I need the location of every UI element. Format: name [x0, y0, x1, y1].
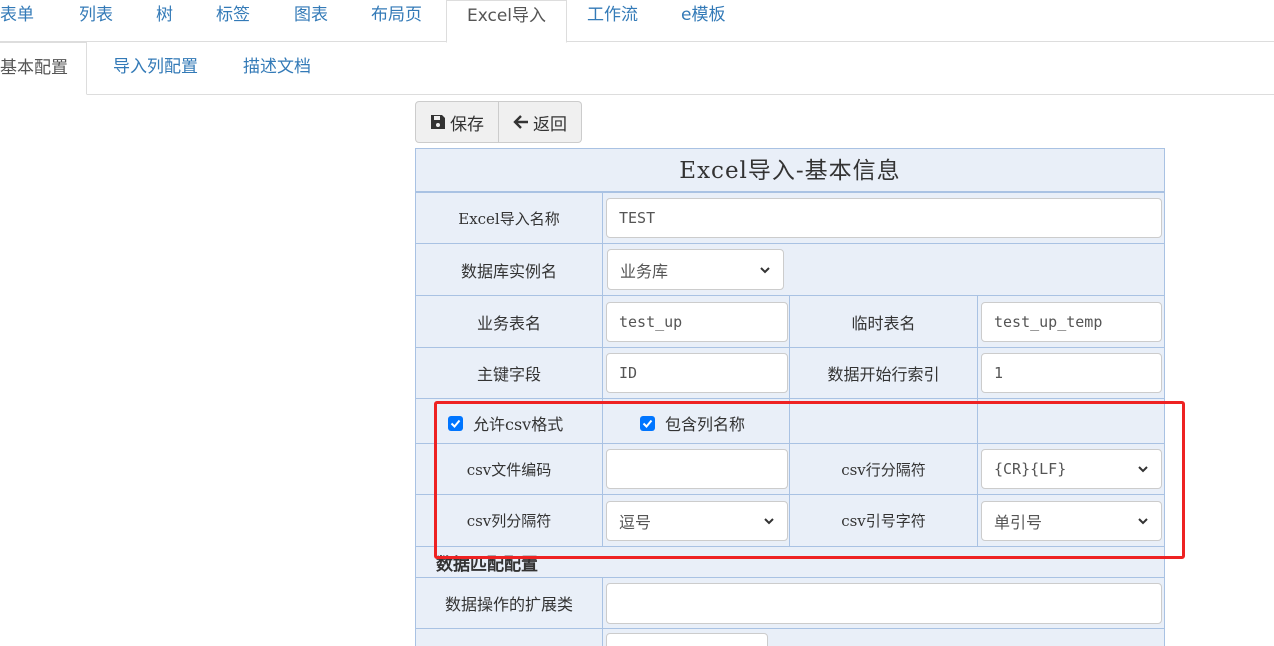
start-row-label: 数据开始行索引 — [789, 347, 978, 399]
tab-import-columns[interactable]: 导入列配置 — [113, 42, 198, 94]
include-header-checkbox-group[interactable]: 包含列名称 — [640, 411, 745, 435]
tab-description-doc[interactable]: 描述文档 — [243, 42, 311, 94]
chevron-down-icon — [764, 518, 774, 525]
csv-col-sep-select[interactable]: 逗号 — [606, 501, 788, 541]
back-button[interactable]: 返回 — [499, 101, 582, 143]
allow-csv-cell: 允许csv格式 — [415, 398, 603, 444]
tab-tree[interactable]: 树 — [156, 0, 173, 42]
tab-list[interactable]: 列表 — [79, 0, 113, 42]
save-label: 保存 — [450, 114, 484, 135]
csv-row-sep-cell: {CR}{LF} — [977, 443, 1165, 495]
include-header-cell: 包含列名称 — [602, 398, 790, 444]
chevron-down-icon — [760, 266, 770, 273]
ext-class-cell — [602, 577, 1165, 629]
csv-encoding-cell — [602, 443, 790, 495]
allow-csv-checkbox-group[interactable]: 允许csv格式 — [448, 411, 563, 435]
csv-col-sep-value: 逗号 — [619, 513, 652, 532]
db-instance-label: 数据库实例名 — [415, 243, 603, 296]
tab-e-template[interactable]: e模板 — [681, 0, 725, 42]
tab-workflow[interactable]: 工作流 — [587, 0, 638, 42]
db-instance-select[interactable]: 业务库 — [607, 249, 784, 290]
clipped-label-cell — [415, 628, 603, 646]
csv-row-sep-label: csv行分隔符 — [789, 443, 978, 495]
import-name-cell: TEST — [602, 192, 1165, 244]
tab-basic-config[interactable]: 基本配置 — [0, 42, 87, 95]
chevron-down-icon — [1138, 466, 1148, 473]
top-tab-bar: 表单 列表 树 标签 图表 布局页 Excel导入 工作流 e模板 — [0, 0, 1274, 43]
csv-encoding-input[interactable] — [606, 449, 788, 489]
tab-tags[interactable]: 标签 — [216, 0, 250, 42]
csv-quote-label: csv引号字符 — [789, 494, 978, 547]
clipped-value-cell — [602, 628, 1165, 646]
temp-table-input[interactable]: test_up_temp — [981, 302, 1162, 342]
biz-table-label: 业务表名 — [415, 295, 603, 348]
csv-col-sep-cell: 逗号 — [602, 494, 790, 547]
csv-quote-cell: 单引号 — [977, 494, 1165, 547]
csv-col-sep-label: csv列分隔符 — [415, 494, 603, 547]
db-instance-cell: 业务库 — [602, 243, 1165, 296]
toolbar: 保存 返回 — [415, 101, 582, 143]
chevron-down-icon — [1138, 518, 1148, 525]
sub-tab-bar: 基本配置 导入列配置 描述文档 — [0, 42, 1274, 95]
csv-quote-select[interactable]: 单引号 — [981, 501, 1162, 541]
db-instance-value: 业务库 — [620, 261, 669, 281]
csv-quote-value: 单引号 — [994, 513, 1043, 532]
pk-label: 主键字段 — [415, 347, 603, 399]
allow-csv-checkbox[interactable] — [448, 415, 463, 431]
tab-excel-import[interactable]: Excel导入 — [446, 0, 568, 43]
clipped-input[interactable] — [606, 633, 768, 646]
empty-cell — [977, 398, 1165, 444]
temp-table-label: 临时表名 — [789, 295, 978, 348]
biz-table-cell: test_up — [602, 295, 790, 348]
pk-cell: ID — [602, 347, 790, 399]
include-header-checkbox[interactable] — [640, 415, 655, 431]
back-label: 返回 — [533, 114, 567, 135]
include-header-label: 包含列名称 — [665, 415, 746, 434]
start-row-input[interactable]: 1 — [981, 353, 1162, 393]
biz-table-input[interactable]: test_up — [606, 302, 788, 342]
empty-cell — [789, 398, 978, 444]
csv-encoding-label: csv文件编码 — [415, 443, 603, 495]
data-match-section-title: 数据匹配配置 — [415, 546, 1165, 578]
checkmark-icon — [450, 419, 461, 428]
import-name-input[interactable]: TEST — [606, 198, 1162, 238]
pk-input[interactable]: ID — [606, 353, 788, 393]
floppy-disk-icon — [431, 115, 445, 129]
csv-row-sep-value: {CR}{LF} — [994, 460, 1067, 478]
tab-layout[interactable]: 布局页 — [371, 0, 422, 42]
save-button[interactable]: 保存 — [415, 101, 499, 143]
form-title: Excel导入-基本信息 — [415, 148, 1165, 192]
allow-csv-label: 允许csv格式 — [473, 415, 564, 434]
arrow-left-icon — [513, 115, 528, 129]
ext-class-input[interactable] — [606, 583, 1162, 624]
start-row-cell: 1 — [977, 347, 1165, 399]
temp-table-cell: test_up_temp — [977, 295, 1165, 348]
ext-class-label: 数据操作的扩展类 — [415, 577, 603, 629]
tab-chart[interactable]: 图表 — [294, 0, 328, 42]
checkmark-icon — [642, 419, 653, 428]
tab-form[interactable]: 表单 — [0, 0, 34, 42]
csv-row-sep-select[interactable]: {CR}{LF} — [981, 449, 1162, 489]
import-name-label: Excel导入名称 — [415, 192, 603, 244]
